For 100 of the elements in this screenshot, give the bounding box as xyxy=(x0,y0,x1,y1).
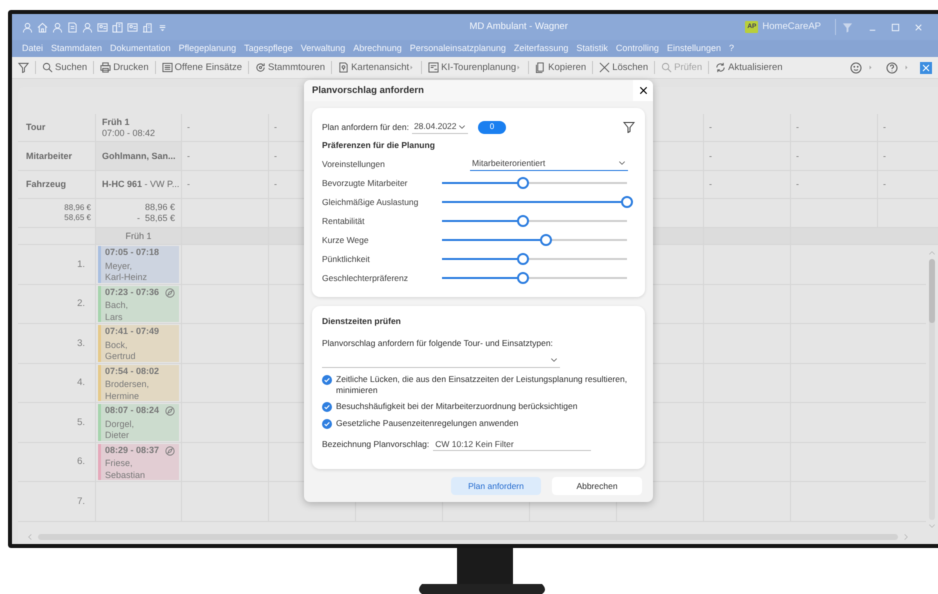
slider-thumb[interactable] xyxy=(540,234,552,246)
scroll-right-icon[interactable] xyxy=(902,532,910,542)
row-label: Tour xyxy=(26,122,46,133)
visit-card[interactable]: 07:54 - 08:02 Brodersen, Hermine xyxy=(98,364,179,401)
window-title: MD Ambulant - Wagner xyxy=(468,21,569,33)
menu-item[interactable]: Tagespflege xyxy=(244,43,293,54)
scroll-down-icon[interactable] xyxy=(927,522,937,530)
section-heading: Dienstzeiten prüfen xyxy=(322,316,402,326)
row-number: 2. xyxy=(77,298,85,310)
row-number: 5. xyxy=(77,416,85,428)
section-heading: Präferenzen für die Planung xyxy=(322,140,436,150)
person-icon[interactable] xyxy=(82,22,93,32)
row-number: 3. xyxy=(77,338,85,349)
help-icon[interactable] xyxy=(886,62,898,74)
visit-card[interactable]: 08:07 - 08:24 Dorgel, Dieter xyxy=(98,404,179,440)
document-icon[interactable] xyxy=(67,22,78,32)
row-number: 7. xyxy=(77,496,85,507)
checkbox[interactable] xyxy=(322,418,332,429)
menu-item[interactable]: Datei xyxy=(22,43,44,54)
close-icon[interactable] xyxy=(913,22,924,32)
map-document-icon xyxy=(338,62,350,73)
checkbox[interactable] xyxy=(322,375,332,386)
empty-value: - xyxy=(709,179,712,190)
date-label: Plan anfordern für den: xyxy=(322,122,409,132)
row-label: Fahrzeug xyxy=(26,179,66,190)
toolbar-button[interactable]: Drucken xyxy=(100,62,149,74)
slider-thumb[interactable] xyxy=(517,214,530,227)
slider-label: Kurze Wege xyxy=(322,234,369,245)
menu-item[interactable]: ? xyxy=(728,43,734,54)
scrollbar-thumb[interactable] xyxy=(929,259,935,323)
visit-card[interactable]: 07:23 - 07:36 Bach, Lars xyxy=(98,286,179,322)
toolbar-button[interactable]: Aktualisieren xyxy=(715,62,783,74)
empty-value: - xyxy=(274,179,277,190)
person-icon[interactable] xyxy=(22,22,33,32)
toolbar-button[interactable]: KI-Tourenplanung xyxy=(428,62,516,74)
smiley-icon[interactable] xyxy=(850,62,862,74)
menu-item[interactable]: Dokumentation xyxy=(110,43,171,54)
scroll-up-icon[interactable] xyxy=(927,249,937,257)
house-icon[interactable] xyxy=(37,22,48,32)
toolbar-button[interactable]: Stammtouren xyxy=(255,62,326,74)
name-field[interactable]: CW 10:12 Kein Filter xyxy=(433,437,592,452)
toolbar-button[interactable]: Offene Einsätze xyxy=(162,62,242,74)
maximize-icon[interactable] xyxy=(890,22,901,32)
empty-value: - xyxy=(274,122,277,133)
visit-card[interactable]: 07:05 - 07:18 Meyer, Karl-Heinz xyxy=(98,246,179,282)
menu-item[interactable]: Einstellungen xyxy=(666,43,721,54)
slider-thumb[interactable] xyxy=(517,272,530,284)
slider-label: Bevorzugte Mitarbeiter xyxy=(322,178,408,188)
id-card-icon[interactable] xyxy=(97,22,108,32)
slider-thumb[interactable] xyxy=(517,176,530,189)
scrollbar-track[interactable] xyxy=(929,259,935,520)
menu-item[interactable]: Statistik xyxy=(576,43,608,54)
menu-item[interactable]: Zeiterfassung xyxy=(514,43,568,54)
slider-thumb[interactable] xyxy=(517,252,530,265)
list-icon xyxy=(162,62,173,73)
slider-thumb[interactable] xyxy=(621,196,633,208)
patient-name: Friese, Sebastian xyxy=(105,458,146,480)
close-button[interactable] xyxy=(633,80,653,101)
patient-name: Dorgel, Dieter xyxy=(105,418,136,440)
filter-icon[interactable] xyxy=(18,62,29,73)
date-select[interactable]: 28.04.2022 xyxy=(412,120,468,134)
toolbar-button[interactable]: Kartenansicht xyxy=(338,62,410,74)
field-label: Planvorschlag anfordern für folgende Tour- und Einsatztypen: xyxy=(322,338,554,348)
visit-time: 07:23 - 07:36 xyxy=(105,286,160,298)
menu-item[interactable]: Personaleinsatzplanung xyxy=(410,43,506,54)
search-icon xyxy=(42,62,53,73)
scroll-left-icon[interactable] xyxy=(26,532,34,542)
chevron-down-icon xyxy=(458,122,466,130)
close-icon[interactable] xyxy=(920,62,932,74)
visit-time: 07:54 - 08:02 xyxy=(105,366,160,376)
printer-icon xyxy=(100,62,112,73)
tour-time: 07:00 - 08:42 xyxy=(102,128,156,138)
menu-item[interactable]: Abrechnung xyxy=(353,43,402,54)
filter-icon[interactable] xyxy=(623,121,635,133)
visit-card[interactable]: 07:41 - 07:49 Bock, Gertrud xyxy=(98,325,179,362)
id-card-icon[interactable] xyxy=(127,22,138,32)
menu-item[interactable]: Pflegeplanung xyxy=(178,43,236,54)
menu-item[interactable]: Verwaltung xyxy=(300,43,346,54)
toolbar-button[interactable]: Kopieren xyxy=(535,62,586,74)
dialog-title: Planvorschlag anfordern xyxy=(312,84,425,96)
empty-value: - xyxy=(883,179,886,190)
checkbox[interactable] xyxy=(322,402,332,412)
person-icon[interactable] xyxy=(52,22,63,32)
visit-card[interactable]: 08:29 - 08:37 Friese, Sebastian xyxy=(98,444,179,480)
submit-button[interactable]: Plan anfordern xyxy=(451,477,541,495)
tour-name: Früh 1 xyxy=(102,116,131,128)
cancel-button[interactable]: Abbrechen xyxy=(552,477,642,495)
menu-item[interactable]: Controlling xyxy=(616,43,659,54)
revenue-amount: 88,96 € xyxy=(144,202,175,213)
refresh-icon xyxy=(715,62,726,73)
patient-name: Bock, Gertrud xyxy=(105,340,137,362)
slider-label: Gleichmäßige Auslastung xyxy=(322,196,418,207)
menu-item[interactable]: Stammdaten xyxy=(51,43,102,54)
row-label: Mitarbeiter xyxy=(26,150,72,162)
preset-select[interactable]: Mitarbeiterorientiert xyxy=(470,156,628,171)
building-icon[interactable] xyxy=(142,22,153,32)
employee-cell[interactable]: Gohlmann, San... xyxy=(95,142,181,170)
chevron-down-icon xyxy=(618,159,626,168)
toolbar-button[interactable]: Suchen xyxy=(42,62,88,74)
toolbar-button[interactable]: Löschen xyxy=(599,62,648,74)
